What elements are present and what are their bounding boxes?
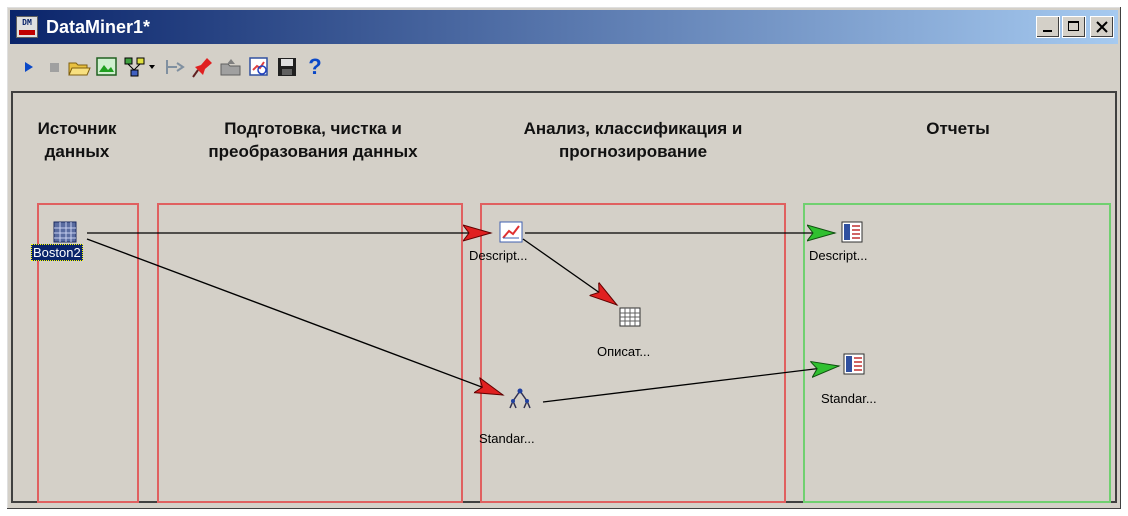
workflow-canvas[interactable]: Источник данных Подготовка, чистка и пре… [11, 91, 1117, 503]
save-icon[interactable] [275, 55, 299, 79]
maximize-button[interactable] [1062, 16, 1086, 38]
chart-icon [499, 221, 523, 243]
table-icon [53, 221, 77, 243]
standar-report-node[interactable] [843, 353, 865, 375]
app-icon: DM [16, 16, 38, 38]
minimize-button[interactable] [1036, 16, 1060, 38]
report-icon [843, 353, 865, 375]
report-icon[interactable] [247, 55, 271, 79]
step-icon[interactable] [163, 55, 187, 79]
arrow-source-to-standar [86, 238, 503, 395]
toolbar: ? [13, 51, 1115, 85]
network-icon[interactable] [123, 55, 147, 79]
stop-icon[interactable] [43, 55, 67, 79]
opisat-node[interactable] [619, 307, 641, 327]
maximize-icon [1068, 21, 1079, 31]
title-bar[interactable]: DM DataMiner1* [10, 10, 1118, 44]
tree-icon [509, 388, 531, 409]
workflow-arrows [86, 93, 1115, 403]
boston2-label[interactable]: Boston2 [31, 244, 83, 261]
report-icon [841, 221, 863, 243]
arrow-standar-to-report [542, 366, 839, 403]
image-icon[interactable] [95, 55, 119, 79]
grid-icon [619, 307, 641, 327]
descript-analysis-label[interactable]: Descript... [469, 248, 528, 263]
descript-report-node[interactable] [841, 221, 863, 243]
opisat-label[interactable]: Описат... [597, 344, 650, 359]
window-title: DataMiner1* [46, 17, 151, 37]
folder-up-icon[interactable] [219, 55, 243, 79]
standar-report-label[interactable]: Standar... [821, 391, 877, 406]
chevron-down-icon[interactable] [147, 55, 157, 79]
arrow-descript-to-opisat [522, 238, 617, 305]
boston2-node[interactable] [53, 221, 77, 243]
standar-analysis-node[interactable] [507, 387, 533, 411]
dataminer-window: DM DataMiner1* ? Источник данных Подгото… [6, 6, 1122, 510]
pin-icon[interactable] [191, 55, 215, 79]
close-button[interactable] [1090, 16, 1114, 38]
close-icon [1096, 21, 1108, 33]
minimize-icon [1043, 30, 1052, 32]
standar-analysis-label[interactable]: Standar... [479, 431, 535, 446]
help-icon[interactable]: ? [303, 55, 327, 79]
descript-report-label[interactable]: Descript... [809, 248, 868, 263]
descript-analysis-node[interactable] [499, 221, 523, 243]
open-folder-icon[interactable] [67, 55, 91, 79]
run-icon[interactable] [17, 55, 41, 79]
